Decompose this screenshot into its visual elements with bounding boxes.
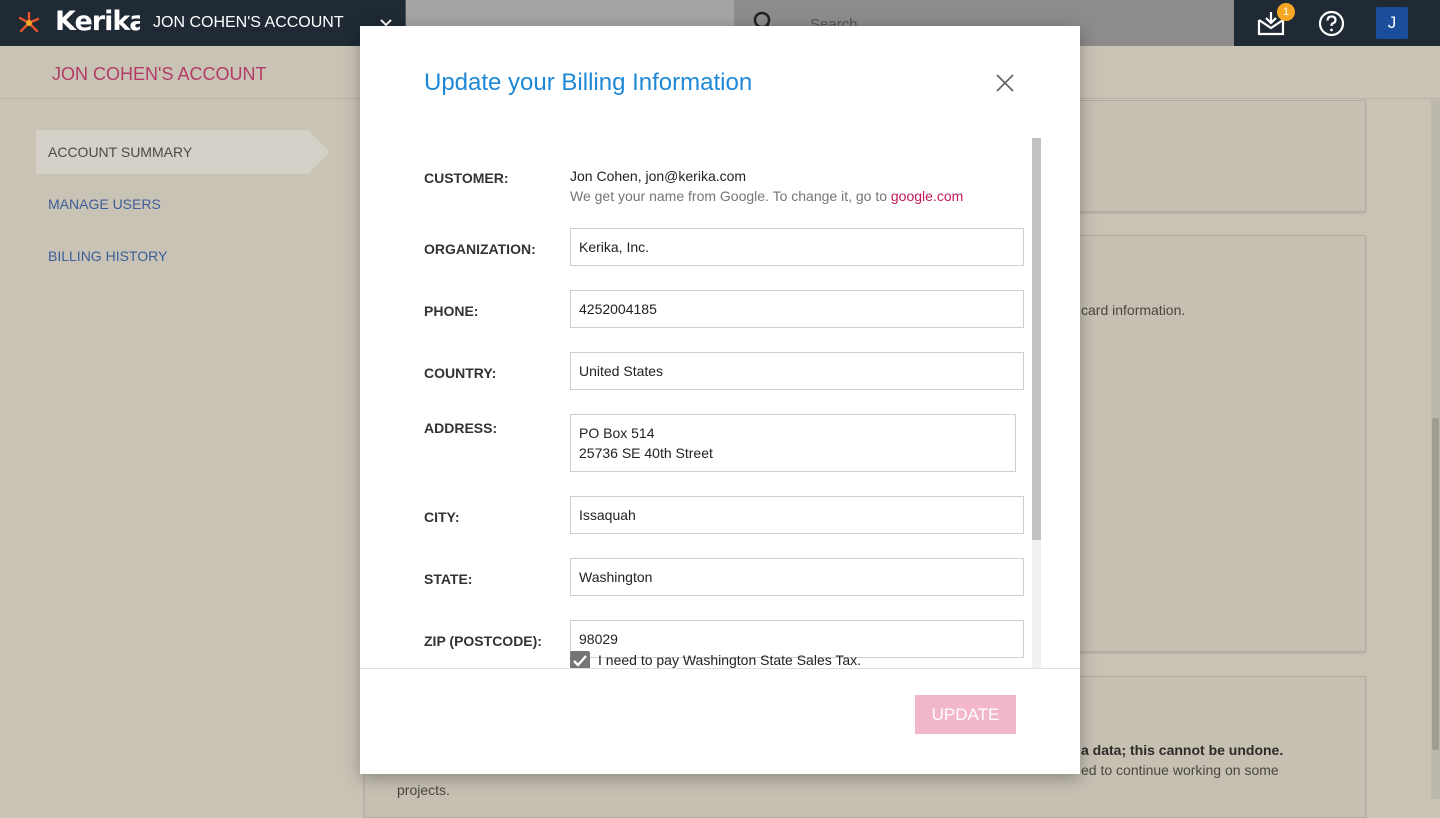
sidebar-item-manage-users[interactable]: MANAGE USERS — [48, 196, 161, 212]
inbox-count-badge: 1 — [1277, 3, 1295, 21]
city-field[interactable] — [570, 496, 1024, 534]
dialog-title: Update your Billing Information — [424, 69, 753, 96]
country-field[interactable] — [570, 352, 1024, 390]
checkmark-icon — [573, 655, 587, 667]
close-icon[interactable] — [994, 72, 1016, 94]
country-label: COUNTRY: — [424, 365, 497, 381]
dialog-body: CUSTOMER: Jon Cohen, jon@kerika.com We g… — [360, 138, 1080, 668]
city-label: CITY: — [424, 509, 460, 525]
page-scrollbar-thumb[interactable] — [1432, 418, 1439, 750]
dialog-scrollbar-thumb[interactable] — [1032, 138, 1041, 540]
address-line-2: 25736 SE 40th Street — [579, 445, 713, 461]
customer-hint: We get your name from Google. To change … — [570, 188, 963, 204]
zip-label: ZIP (POSTCODE): — [424, 633, 542, 649]
page-title: JON COHEN'S ACCOUNT — [52, 64, 267, 84]
update-button[interactable]: UPDATE — [915, 695, 1016, 734]
address-field[interactable]: PO Box 514 25736 SE 40th Street — [570, 414, 1016, 472]
user-avatar[interactable]: J — [1376, 7, 1408, 39]
logo-text: Kerika — [55, 6, 148, 37]
delete-warning-text: a data; this cannot be undone. — [1081, 742, 1284, 758]
account-switcher-label: JON COHEN'S ACCOUNT — [153, 14, 344, 31]
kerika-flower-icon — [18, 11, 40, 33]
address-line-1: PO Box 514 — [579, 425, 655, 441]
google-link[interactable]: google.com — [891, 188, 963, 204]
sales-tax-checkbox[interactable] — [570, 651, 590, 668]
customer-value: Jon Cohen, jon@kerika.com — [570, 168, 747, 184]
billing-info-dialog: Update your Billing Information CUSTOMER… — [360, 26, 1080, 774]
logo[interactable]: Kerika — [0, 0, 148, 46]
delete-info-text-end: projects. — [397, 782, 450, 798]
customer-label: CUSTOMER: — [424, 170, 509, 186]
phone-label: PHONE: — [424, 303, 479, 319]
right-tools: 1 J — [1234, 0, 1440, 46]
phone-field[interactable] — [570, 290, 1024, 328]
payment-card-text: card information. — [1081, 302, 1186, 318]
state-label: STATE: — [424, 571, 473, 587]
dialog-footer: UPDATE — [360, 668, 1080, 775]
state-field[interactable] — [570, 558, 1024, 596]
customer-hint-text: We get your name from Google. To change … — [570, 188, 891, 204]
delete-info-text: ed to continue working on some — [1081, 762, 1279, 778]
address-label: ADDRESS: — [424, 420, 498, 436]
organization-label: ORGANIZATION: — [424, 241, 536, 257]
sidebar-item-billing-history[interactable]: BILLING HISTORY — [48, 248, 167, 264]
organization-field[interactable] — [570, 228, 1024, 266]
sidebar-item-account-summary[interactable]: ACCOUNT SUMMARY — [36, 130, 330, 174]
sidebar-item-label: ACCOUNT SUMMARY — [48, 144, 193, 160]
help-icon[interactable] — [1318, 10, 1345, 37]
sales-tax-label: I need to pay Washington State Sales Tax… — [598, 652, 862, 668]
